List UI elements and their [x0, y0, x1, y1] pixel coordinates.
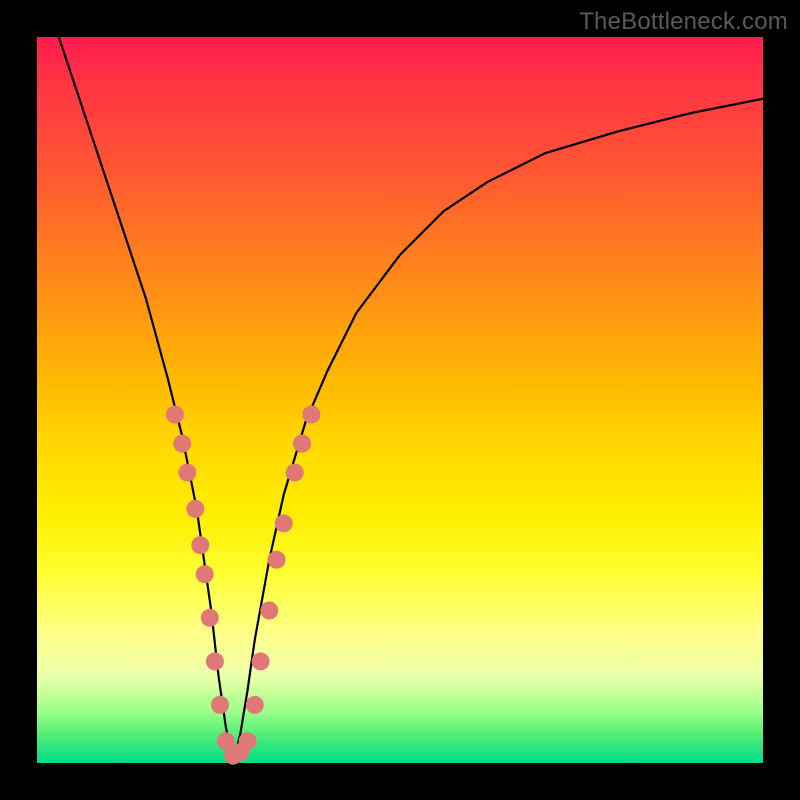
data-marker — [246, 696, 264, 714]
data-marker — [201, 609, 219, 627]
plot-area — [37, 37, 763, 763]
data-marker — [173, 435, 191, 453]
data-marker — [196, 565, 214, 583]
curve-line — [59, 37, 763, 763]
data-marker — [186, 500, 204, 518]
data-marker — [302, 406, 320, 424]
data-marker — [275, 514, 293, 532]
data-marker — [252, 652, 270, 670]
data-marker — [293, 435, 311, 453]
data-marker — [211, 696, 229, 714]
data-marker — [268, 551, 286, 569]
watermark-text: TheBottleneck.com — [579, 8, 788, 36]
data-marker — [260, 602, 278, 620]
data-marker — [191, 536, 209, 554]
bottleneck-curve — [37, 37, 763, 763]
data-marker — [206, 652, 224, 670]
chart-container: TheBottleneck.com — [0, 0, 800, 800]
data-marker — [239, 732, 257, 750]
data-marker — [166, 406, 184, 424]
data-marker — [178, 464, 196, 482]
data-marker — [286, 464, 304, 482]
